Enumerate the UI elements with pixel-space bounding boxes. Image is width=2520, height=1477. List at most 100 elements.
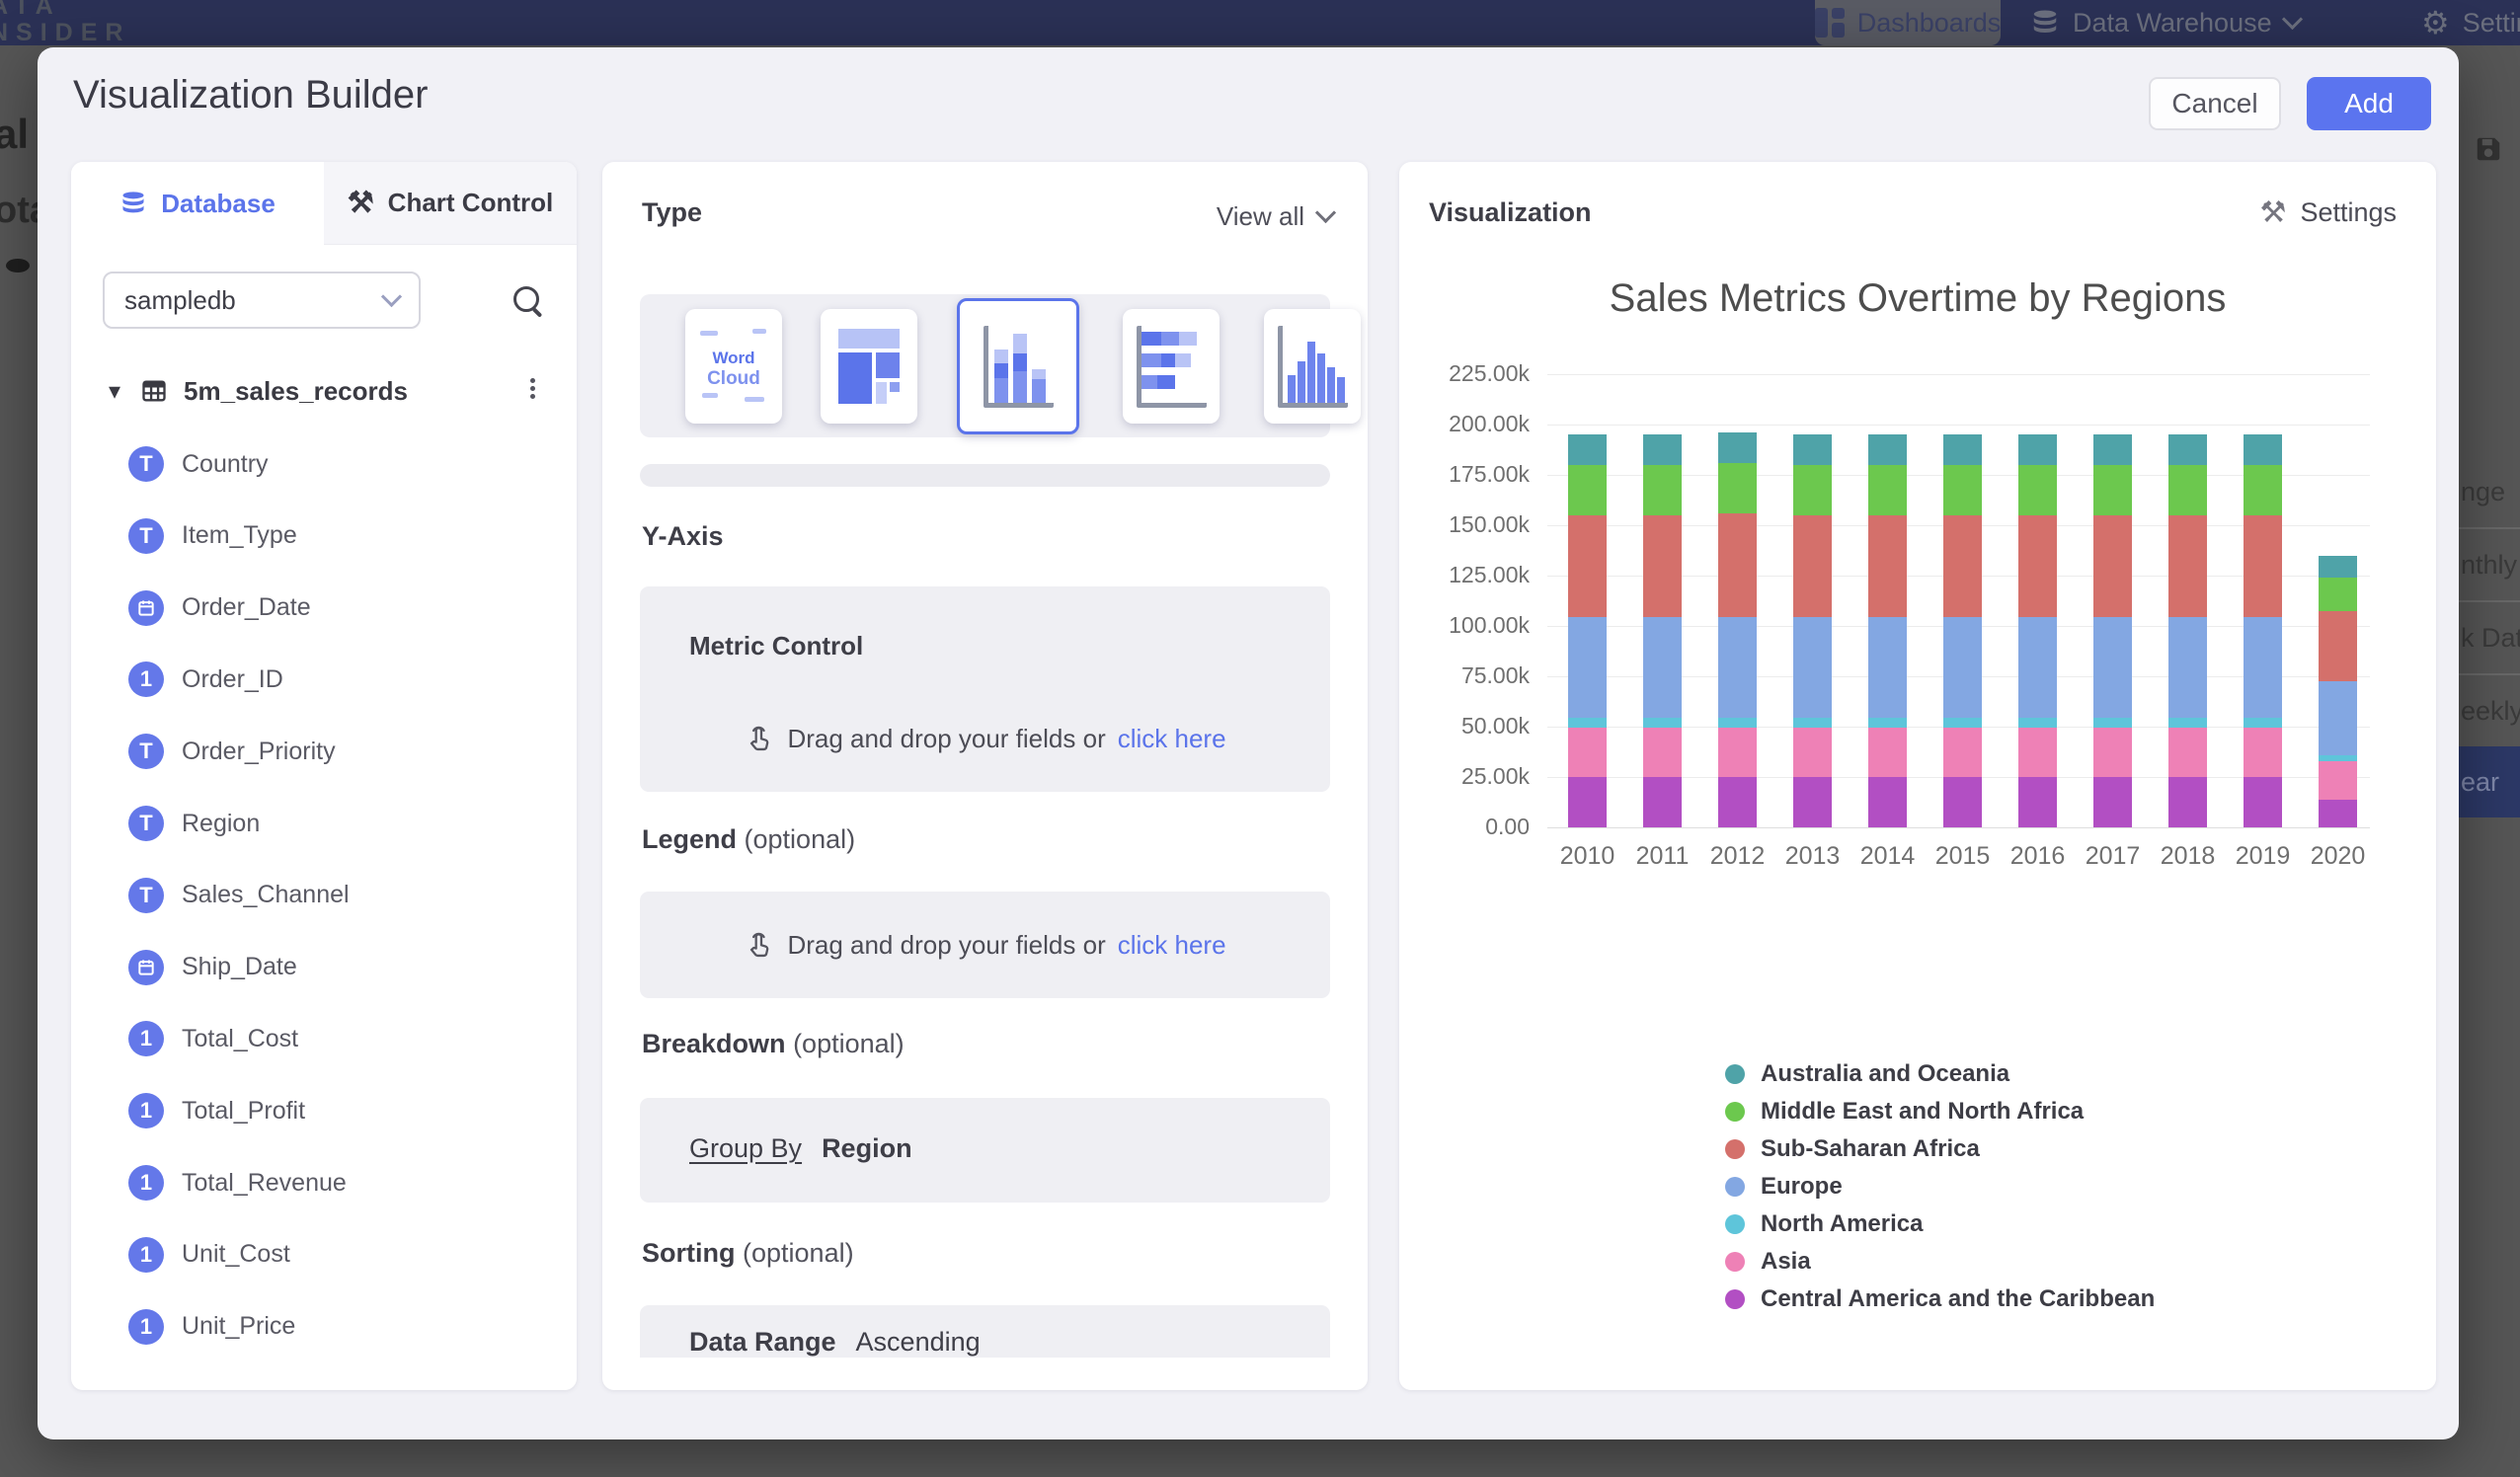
sorting-dropzone[interactable]: Data Range Ascending [640, 1305, 1330, 1358]
bar-segment [1643, 777, 1682, 827]
bar-segment [1643, 465, 1682, 515]
table-name: 5m_sales_records [184, 376, 408, 407]
click-here-link[interactable]: click here [1118, 724, 1226, 754]
legend-color-dot [1725, 1139, 1745, 1159]
number-field-icon: 1 [128, 1237, 164, 1273]
caret-down-icon[interactable]: ▾ [109, 377, 120, 406]
bar-segment [1718, 718, 1757, 728]
field-item-item_type[interactable]: TItem_Type [71, 509, 577, 563]
bar-segment [2018, 434, 2057, 465]
field-item-total_profit[interactable]: 1Total_Profit [71, 1084, 577, 1137]
field-item-unit_price[interactable]: 1 Unit_Price [71, 1300, 577, 1354]
horizontal-scrollbar[interactable] [640, 464, 1330, 487]
save-icon[interactable] [2473, 134, 2504, 164]
background-bullet [6, 259, 30, 272]
field-item-order_date[interactable]: Order_Date [71, 582, 577, 635]
gridline [1547, 374, 2370, 375]
bar-segment [2319, 556, 2357, 578]
legend-item[interactable]: Europe [1725, 1173, 1843, 1201]
legend-item[interactable]: North America [1725, 1210, 1923, 1238]
table-icon [140, 377, 168, 405]
field-item-order_priority[interactable]: TOrder_Priority [71, 725, 577, 778]
legend-dropzone[interactable]: Drag and drop your fields or click here [640, 892, 1330, 998]
bar-segment [1718, 463, 1757, 513]
legend-color-dot [1725, 1214, 1745, 1234]
bar-segment [1643, 617, 1682, 718]
table-tree-item[interactable]: ▾ 5m_sales_records [71, 365, 577, 417]
legend-item[interactable]: Central America and the Caribbean [1725, 1285, 2155, 1313]
bar-segment [1793, 617, 1832, 718]
legend-label: Australia and Oceania [1761, 1060, 2009, 1088]
type-heading: Type [642, 197, 702, 228]
nav-dashboards[interactable]: Dashboards [1815, 0, 2001, 45]
word-cloud-preview: WordCloud [696, 319, 771, 414]
chart-type-word-cloud[interactable]: WordCloud [685, 309, 782, 424]
database-select[interactable]: sampledb [103, 272, 421, 329]
bar-segment [1718, 513, 1757, 617]
bar-segment [2093, 515, 2132, 617]
legend-item[interactable]: Australia and Oceania [1725, 1060, 2009, 1088]
chart-type-column[interactable] [1264, 309, 1361, 424]
field-label: Unit_Price [182, 1312, 295, 1341]
legend-item[interactable]: Asia [1725, 1248, 1811, 1276]
chevron-down-icon [1315, 202, 1336, 223]
group-by-link[interactable]: Group By [689, 1133, 802, 1164]
bar-segment [1793, 434, 1832, 465]
field-item-total_revenue[interactable]: 1Total_Revenue [71, 1156, 577, 1209]
stacked-bar-2016 [2018, 434, 2057, 827]
bar-segment [2319, 681, 2357, 754]
search-icon[interactable] [512, 284, 545, 318]
nav-data-warehouse[interactable]: Data Warehouse [2030, 0, 2300, 45]
add-button[interactable]: Add [2307, 77, 2431, 130]
kebab-menu-icon[interactable] [517, 375, 547, 409]
y-axis-tick: 150.00k [1399, 511, 1530, 538]
legend-color-dot [1725, 1064, 1745, 1084]
legend-item[interactable]: Sub-Saharan Africa [1725, 1135, 1980, 1163]
legend-label: Europe [1761, 1173, 1843, 1201]
bar-segment [1868, 617, 1907, 718]
field-item-unit_cost[interactable]: 1Unit_Cost [71, 1228, 577, 1282]
nav-settings[interactable]: ⚙ Settin [2421, 0, 2520, 45]
sidebar-tabbar: Database ⚒ Chart Control [71, 162, 577, 245]
bar-segment [1793, 728, 1832, 777]
sorting-heading: Sorting (optional) [642, 1238, 854, 1269]
field-label: Total_Revenue [182, 1169, 347, 1198]
bar-segment [2319, 578, 2357, 611]
chart-type-treemap[interactable] [821, 309, 917, 424]
database-panel: Database ⚒ Chart Control sampledb ▾ 5m_s… [71, 162, 577, 1390]
field-item-sales_channel[interactable]: TSales_Channel [71, 869, 577, 922]
field-item-region[interactable]: TRegion [71, 797, 577, 850]
legend-item[interactable]: Middle East and North Africa [1725, 1098, 2084, 1126]
y-axis-tick: 100.00k [1399, 612, 1530, 639]
field-item-total_cost[interactable]: 1Total_Cost [71, 1012, 577, 1065]
bar-segment [1568, 515, 1607, 617]
chart-type-stacked-column[interactable] [957, 298, 1079, 434]
cancel-button[interactable]: Cancel [2149, 77, 2281, 130]
bar-segment [1643, 718, 1682, 728]
background-list-item: nge [2459, 456, 2520, 527]
number-field-icon: 1 [128, 1309, 164, 1345]
field-label: Item_Type [182, 521, 297, 550]
background-text-fragment: al [0, 111, 29, 158]
background-list-item: nthly [2459, 527, 2520, 600]
number-field-icon: 1 [128, 661, 164, 697]
breakdown-dropzone[interactable]: Group By Region [640, 1098, 1330, 1203]
bar-segment [2093, 434, 2132, 465]
app-logo: ATANSIDER [0, 0, 130, 46]
bar-segment [2244, 617, 2282, 718]
tab-database[interactable]: Database [71, 162, 324, 245]
bar-segment [2168, 465, 2207, 515]
gridline [1547, 827, 2370, 828]
field-item-ship_date[interactable]: Ship_Date [71, 941, 577, 994]
view-all-button[interactable]: View all [1155, 201, 1333, 232]
click-here-link[interactable]: click here [1118, 930, 1226, 961]
field-item-country[interactable]: TCountry [71, 437, 577, 491]
background-dropdown-list: ngenthlyk Dateeeklyear [2459, 456, 2520, 817]
treemap-preview [838, 329, 900, 404]
chart-type-stacked-bar[interactable] [1123, 309, 1220, 424]
metric-control-dropzone[interactable]: Metric Control Drag and drop your fields… [640, 586, 1330, 792]
bar-segment [1568, 718, 1607, 728]
tab-chart-control[interactable]: ⚒ Chart Control [324, 162, 577, 245]
field-label: Order_ID [182, 665, 283, 694]
field-item-order_id[interactable]: 1 Order_ID [71, 653, 577, 706]
